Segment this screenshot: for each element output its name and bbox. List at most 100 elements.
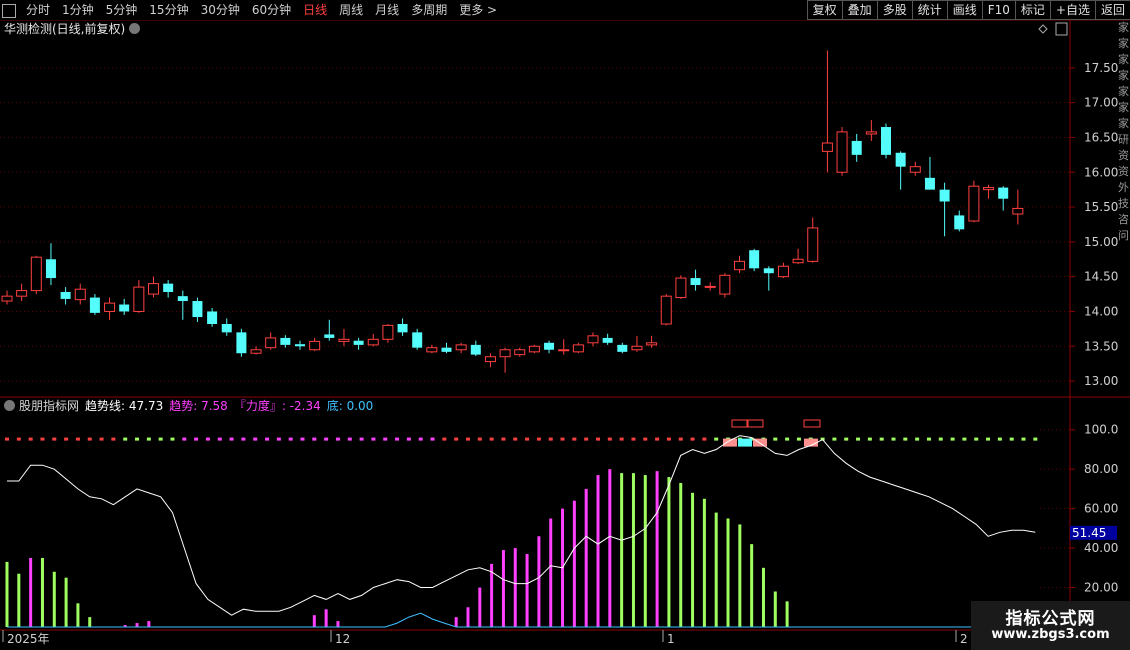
panel-icon xyxy=(1055,22,1068,36)
dashed-signal-mark xyxy=(938,437,943,441)
dashed-signal-mark xyxy=(844,437,849,441)
dashed-signal-mark xyxy=(217,437,222,441)
candle-body-up xyxy=(704,285,716,288)
candle-body-down xyxy=(60,291,71,299)
candle-body-up xyxy=(675,277,687,299)
candle-body-up xyxy=(1,295,13,302)
candle-body-down xyxy=(924,177,935,190)
candle-body-down xyxy=(207,311,218,324)
price-tick-label: 14.50 xyxy=(1084,270,1118,284)
candle-body-down xyxy=(192,301,203,318)
candle-body-down xyxy=(163,283,174,292)
price-tick-label: 13.50 xyxy=(1084,339,1118,353)
dashed-signal-mark xyxy=(28,437,33,441)
indicator-dropdown-icon[interactable] xyxy=(4,400,15,411)
dashed-signal-mark xyxy=(253,437,258,441)
indicator-tick-label: 40.00 xyxy=(1084,541,1118,555)
indicator-bar xyxy=(631,473,635,627)
dashed-signal-mark xyxy=(99,437,104,441)
indicator-bar xyxy=(549,518,553,627)
strip-char: 资 xyxy=(1118,165,1129,178)
indicator-bar xyxy=(761,567,765,627)
candle-body-up xyxy=(250,349,262,354)
candle-body-down xyxy=(397,324,408,333)
dashed-signal-mark xyxy=(702,437,707,441)
indicator-name[interactable]: 股朋指标网 xyxy=(19,399,79,413)
dashed-signal-mark xyxy=(997,437,1002,441)
dashed-signal-mark xyxy=(276,437,281,441)
indicator-bar xyxy=(726,518,730,627)
signal-outline-box xyxy=(746,419,764,428)
dashed-signal-mark xyxy=(986,437,991,441)
candle-body-down xyxy=(881,127,891,155)
strip-char: 家 xyxy=(1118,85,1129,98)
candle-body-down xyxy=(353,340,364,345)
candle-body-up xyxy=(968,185,980,222)
price-tick-label: 14.00 xyxy=(1084,304,1118,318)
dashed-signal-mark xyxy=(87,437,92,441)
title-dropdown-icon[interactable] xyxy=(129,23,141,34)
dashed-signal-mark xyxy=(513,437,518,441)
signal-outline-box xyxy=(803,419,821,428)
indicator-bar xyxy=(501,550,505,627)
candle-body-down xyxy=(470,344,481,355)
dashed-signal-mark xyxy=(170,437,175,441)
candle-body-down xyxy=(602,337,613,343)
date-label: 1 xyxy=(667,632,675,646)
dashed-signal-mark xyxy=(158,437,163,441)
dashed-signal-mark xyxy=(135,437,140,441)
dashed-signal-mark xyxy=(241,437,246,441)
dashed-signal-mark xyxy=(536,437,541,441)
indicator-bar xyxy=(584,488,588,627)
dashed-signal-mark xyxy=(891,437,896,441)
price-tick-label: 16.00 xyxy=(1084,165,1118,179)
indicator-bar xyxy=(454,617,458,627)
signal-outline-box xyxy=(731,419,749,428)
indicator-tick-label: 60.00 xyxy=(1084,502,1118,516)
candle-body-down xyxy=(119,304,130,312)
indicator-tick-label: 100.0 xyxy=(1084,423,1118,437)
indicator-bar xyxy=(738,524,742,627)
dashed-signal-mark xyxy=(548,437,553,441)
candle-body-up xyxy=(499,349,511,358)
dashed-signal-mark xyxy=(324,437,329,441)
indicator-bar xyxy=(336,621,340,627)
dashed-signal-mark xyxy=(655,437,660,441)
strip-char: 外 xyxy=(1118,181,1129,194)
dashed-signal-mark xyxy=(666,437,671,441)
candle-body-up xyxy=(909,166,921,173)
indicator-bar xyxy=(714,512,718,627)
kline-chart[interactable]: 17.50 17.00 16.50 16.00 15.50 15.00 14.50 14.00… xyxy=(0,0,1130,650)
dashed-signal-mark xyxy=(501,437,506,441)
dashed-signal-mark xyxy=(5,437,9,441)
dashed-signal-mark xyxy=(903,437,908,441)
dashed-signal-mark xyxy=(40,437,45,441)
date-label: 12 xyxy=(335,632,350,646)
indicator-line xyxy=(7,435,1036,616)
indicator-bar xyxy=(773,591,777,627)
price-tick-label: 13.00 xyxy=(1084,374,1118,388)
chart-title: 华测检测(日线,前复权) xyxy=(4,21,141,37)
price-tick-label: 15.00 xyxy=(1084,235,1118,249)
indicator-bar xyxy=(135,623,139,627)
candle-body-down xyxy=(690,278,701,286)
candle-body-down xyxy=(324,334,335,338)
indicator-bar xyxy=(5,561,9,627)
candle-body-down xyxy=(763,268,774,274)
dashed-signal-mark xyxy=(785,437,790,441)
indicator-tick-label: 20.00 xyxy=(1084,581,1118,595)
candle-body-up xyxy=(587,335,599,344)
indicator-bar xyxy=(655,471,659,627)
candle-body-up xyxy=(484,356,496,363)
diamond-icon xyxy=(1038,24,1048,34)
dashed-signal-mark xyxy=(52,437,57,441)
candle-body-up xyxy=(660,295,672,325)
dashed-signal-mark xyxy=(856,437,861,441)
dashed-signal-mark xyxy=(111,437,116,441)
indicator-bar xyxy=(29,557,33,627)
watermark-line1: 指标公式网 xyxy=(1005,609,1096,629)
indicator-bar xyxy=(785,601,789,627)
candle-body-down xyxy=(45,259,56,279)
indicator-bar xyxy=(466,607,470,627)
strip-char: 家 xyxy=(1118,21,1129,34)
